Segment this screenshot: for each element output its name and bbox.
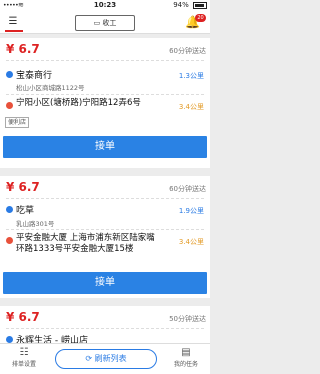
- pickup-address: 乳山路301号: [16, 220, 55, 228]
- dropoff-address: 平安金融大厦 上海市浦东新区陆家嘴环路1333号平安金融大厦15楼: [16, 233, 155, 254]
- pickup-dot-icon: [6, 71, 13, 78]
- refresh-list-button[interactable]: ⟳ 刷新列表: [55, 349, 157, 369]
- status-right: 94%: [173, 1, 207, 9]
- pickup-distance: 1.3公里: [178, 72, 204, 80]
- tab-order-settings[interactable]: ☷ 排单设置: [4, 347, 44, 368]
- top-navbar: ☰ ▭ 收工 🔔 20: [0, 12, 210, 34]
- order-price: ¥ 6.7: [6, 42, 40, 56]
- list-menu-icon[interactable]: ☰: [4, 16, 23, 32]
- status-bar: ••••• ≋ 10:23 94%: [0, 0, 210, 12]
- sliders-icon: ☷: [19, 347, 29, 358]
- divider: [6, 94, 204, 95]
- pickup-dot-icon: [6, 206, 13, 213]
- pickup-address: 松山小区商城路1122号: [16, 84, 85, 92]
- store-tag: 便利店: [5, 117, 30, 128]
- order-card: ¥ 6.7 60分钟送达 吃草 1.9公里 乳山路301号 平安金融大厦 上海市…: [0, 176, 210, 298]
- dropoff-distance: 3.4公里: [178, 238, 204, 246]
- refresh-icon: ⟳: [85, 354, 93, 363]
- accept-order-button[interactable]: 接单: [3, 272, 207, 294]
- receive-button-label: 收工: [102, 19, 117, 27]
- dropoff-distance: 3.4公里: [178, 103, 204, 111]
- dropoff-address: 宁阳小区(塘桥路)宁阳路12弄6号: [16, 98, 141, 108]
- order-card-header: ¥ 6.7 50分钟送达: [0, 306, 210, 324]
- order-eta: 60分钟送达: [169, 47, 206, 55]
- dropoff-dot-icon: [6, 237, 13, 244]
- order-eta: 50分钟送达: [169, 315, 206, 323]
- notification-badge: 20: [195, 14, 206, 22]
- divider: [6, 229, 204, 230]
- divider: [6, 198, 204, 199]
- order-price: ¥ 6.7: [6, 180, 40, 194]
- order-price: ¥ 6.7: [6, 310, 40, 324]
- bottom-tabbar: ☷ 排单设置 ⟳ 刷新列表 ▤ 我的任务: [0, 343, 210, 374]
- order-card: ¥ 6.7 50分钟送达 永辉生活 - 崂山店: [0, 306, 210, 343]
- tab-label: 排单设置: [11, 361, 36, 368]
- dropoff-dot-icon: [6, 102, 13, 109]
- order-card: ¥ 6.7 60分钟送达 宝泰商行 1.3公里 松山小区商城路1122号 宁阳小…: [0, 38, 210, 168]
- battery-icon: [193, 1, 207, 9]
- tab-label: 我的任务: [173, 361, 198, 368]
- accept-order-button[interactable]: 接单: [3, 136, 207, 158]
- order-card-header: ¥ 6.7 60分钟送达: [0, 176, 210, 194]
- order-eta: 60分钟送达: [169, 185, 206, 193]
- pickup-name: 吃草: [16, 206, 35, 216]
- screen-icon: ▭: [93, 19, 101, 27]
- receive-button[interactable]: ▭ 收工: [75, 15, 135, 31]
- pickup-name: 永辉生活 - 崂山店: [16, 336, 88, 343]
- clipboard-icon: ▤: [181, 347, 191, 358]
- pickup-distance: 1.9公里: [178, 207, 204, 215]
- order-feed[interactable]: ¥ 6.7 60分钟送达 宝泰商行 1.3公里 松山小区商城路1122号 宁阳小…: [0, 38, 210, 343]
- divider: [6, 60, 204, 61]
- divider: [6, 328, 204, 329]
- tab-my-tasks[interactable]: ▤ 我的任务: [166, 347, 206, 368]
- pickup-dot-icon: [6, 336, 13, 343]
- refresh-label: 刷新列表: [94, 354, 127, 363]
- pickup-name: 宝泰商行: [16, 71, 53, 81]
- battery-percent: 94%: [173, 1, 189, 9]
- order-card-header: ¥ 6.7 60分钟送达: [0, 38, 210, 56]
